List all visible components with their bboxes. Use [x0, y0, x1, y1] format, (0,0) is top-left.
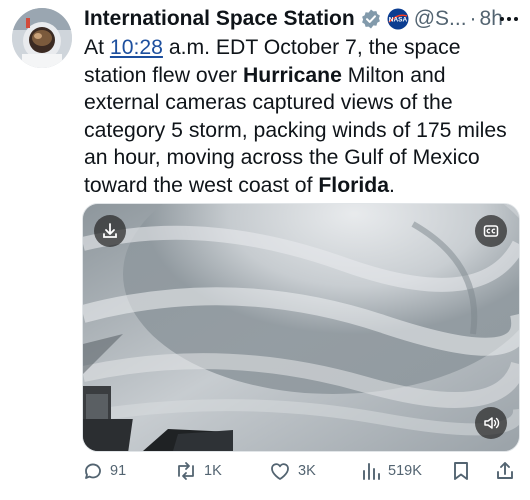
more-icon[interactable]: [498, 6, 520, 32]
nasa-badge-icon[interactable]: NASA: [387, 8, 409, 30]
views-icon: [363, 463, 380, 480]
author-handle[interactable]: @S...: [414, 7, 467, 31]
retweet-button[interactable]: 1K: [174, 460, 222, 482]
like-button[interactable]: 3K: [268, 460, 316, 482]
svg-text:NASA: NASA: [389, 17, 408, 24]
share-button[interactable]: [494, 460, 516, 482]
reply-button[interactable]: 91: [82, 460, 126, 482]
bookmark-icon: [454, 462, 468, 480]
tweet-text: At 10:28 a.m. EDT October 7, the space s…: [84, 34, 514, 199]
separator-dot: ·: [469, 7, 477, 30]
like-count: 3K: [298, 463, 316, 479]
action-bar: 91 1K 3K 519K: [82, 458, 522, 488]
reply-count: 91: [110, 463, 127, 479]
retweet-icon: [178, 462, 194, 480]
views-button[interactable]: 519K: [360, 460, 422, 482]
text-segment: At: [84, 36, 110, 59]
views-count: 519K: [388, 463, 422, 479]
text-segment: .: [389, 173, 395, 197]
captions-icon[interactable]: [475, 215, 507, 247]
author-name[interactable]: International Space Station: [84, 7, 355, 31]
timestamp-link[interactable]: 10:28: [110, 36, 163, 59]
video-player[interactable]: [82, 203, 520, 452]
avatar[interactable]: [12, 8, 72, 68]
bold-florida: Florida: [318, 173, 389, 197]
hurricane-video-frame: [83, 204, 519, 451]
share-icon: [497, 462, 513, 479]
verified-icon: [360, 8, 382, 30]
bookmark-button[interactable]: [450, 460, 472, 482]
download-icon[interactable]: [94, 215, 126, 247]
reply-icon: [85, 463, 101, 479]
bold-hurricane: Hurricane: [242, 63, 342, 87]
astronaut-avatar-image: [12, 8, 72, 68]
tweet-header: International Space Station NASA @S... ·…: [84, 6, 524, 32]
retweet-count: 1K: [204, 463, 222, 479]
like-icon: [271, 463, 289, 480]
volume-icon[interactable]: [475, 407, 507, 439]
